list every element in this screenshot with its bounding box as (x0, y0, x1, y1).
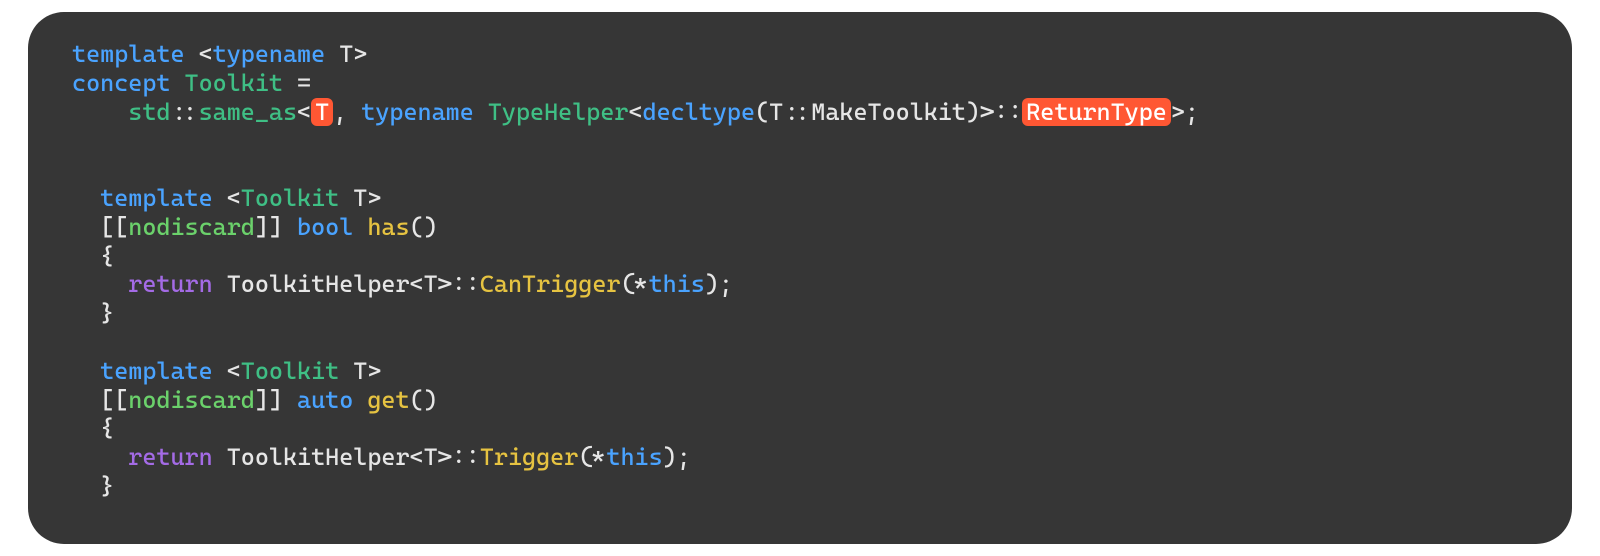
kw-return: return (128, 443, 212, 471)
angle-close: > (980, 98, 994, 126)
code-block: template <typename T> concept Toolkit = … (28, 12, 1572, 544)
type-helper: TypeHelper (488, 98, 629, 126)
make-toolkit: MakeToolkit (811, 98, 966, 126)
angle-open: < (410, 443, 424, 471)
concept-name: Toolkit (170, 69, 283, 97)
brace-close: } (100, 472, 114, 500)
nodiscard-attr: nodiscard (128, 386, 255, 414)
T-ref: T (424, 270, 438, 298)
nodiscard-attr: nodiscard (128, 213, 255, 241)
scope-op: :: (452, 443, 480, 471)
indent (72, 213, 100, 241)
kw-this: this (606, 443, 662, 471)
brace-open: { (100, 242, 114, 270)
fn-trigger: Trigger (480, 443, 578, 471)
type-param-T: T (325, 40, 353, 68)
angle-open: < (185, 40, 213, 68)
T-ref: T (769, 98, 783, 126)
space (474, 98, 488, 126)
concept-constraint: Toolkit (241, 184, 339, 212)
fn-get: get (367, 386, 409, 414)
scope-op: :: (783, 98, 811, 126)
angle-open: < (213, 184, 241, 212)
fn-cantrigger: CanTrigger (480, 270, 621, 298)
comma: , (333, 98, 361, 126)
paren-close: ) (663, 443, 677, 471)
kw-template: template (100, 184, 213, 212)
type-param-T: T (339, 357, 367, 385)
kw-this: this (649, 270, 705, 298)
space (283, 386, 297, 414)
indent (72, 357, 100, 385)
parens: () (410, 386, 438, 414)
indent (72, 98, 128, 126)
same-as: same_as (199, 98, 297, 126)
kw-bool: bool (297, 213, 353, 241)
space (213, 270, 227, 298)
semicolon: ; (677, 443, 691, 471)
semicolon: ; (719, 270, 733, 298)
attr-close: ]] (255, 386, 283, 414)
kw-template: template (100, 357, 213, 385)
brace-open: { (100, 414, 114, 442)
concept-constraint: Toolkit (241, 357, 339, 385)
kw-return: return (128, 270, 212, 298)
toolkit-helper: ToolkitHelper (227, 443, 410, 471)
deref-star: * (635, 270, 649, 298)
attr-open: [[ (100, 213, 128, 241)
angle-open: < (628, 98, 642, 126)
kw-auto: auto (297, 386, 353, 414)
code-content: template <typename T> concept Toolkit = … (72, 40, 1528, 501)
attr-close: ]] (255, 213, 283, 241)
equals: = (283, 69, 311, 97)
semicolon: ; (1185, 98, 1199, 126)
highlighted-returntype: ReturnType (1022, 98, 1171, 126)
indent (72, 299, 100, 327)
T-ref: T (424, 443, 438, 471)
angle-close: > (1171, 98, 1185, 126)
indent (72, 270, 128, 298)
angle-open: < (410, 270, 424, 298)
deref-star: * (592, 443, 606, 471)
paren-close: ) (705, 270, 719, 298)
space (283, 213, 297, 241)
kw-template: template (72, 40, 185, 68)
indent (72, 414, 100, 442)
attr-open: [[ (100, 386, 128, 414)
brace-close: } (100, 299, 114, 327)
indent (72, 184, 100, 212)
scope-op: :: (452, 270, 480, 298)
kw-decltype: decltype (643, 98, 756, 126)
type-param-T: T (339, 184, 367, 212)
angle-open: < (213, 357, 241, 385)
highlighted-T: T (311, 98, 333, 126)
paren-open: ( (578, 443, 592, 471)
space (353, 386, 367, 414)
angle-close: > (367, 184, 381, 212)
angle-open: < (297, 98, 311, 126)
angle-close: > (438, 270, 452, 298)
space (213, 443, 227, 471)
angle-close: > (367, 357, 381, 385)
kw-typename: typename (361, 98, 474, 126)
indent (72, 242, 100, 270)
scope-op: :: (994, 98, 1022, 126)
paren-close: ) (966, 98, 980, 126)
ns-std: std (128, 98, 170, 126)
indent (72, 472, 100, 500)
toolkit-helper: ToolkitHelper (227, 270, 410, 298)
indent (72, 443, 128, 471)
parens: () (410, 213, 438, 241)
fn-has: has (367, 213, 409, 241)
angle-close: > (353, 40, 367, 68)
kw-typename: typename (213, 40, 326, 68)
scope-op: :: (170, 98, 198, 126)
kw-concept: concept (72, 69, 170, 97)
paren-open: ( (620, 270, 634, 298)
indent (72, 386, 100, 414)
space (353, 213, 367, 241)
paren-open: ( (755, 98, 769, 126)
angle-close: > (438, 443, 452, 471)
